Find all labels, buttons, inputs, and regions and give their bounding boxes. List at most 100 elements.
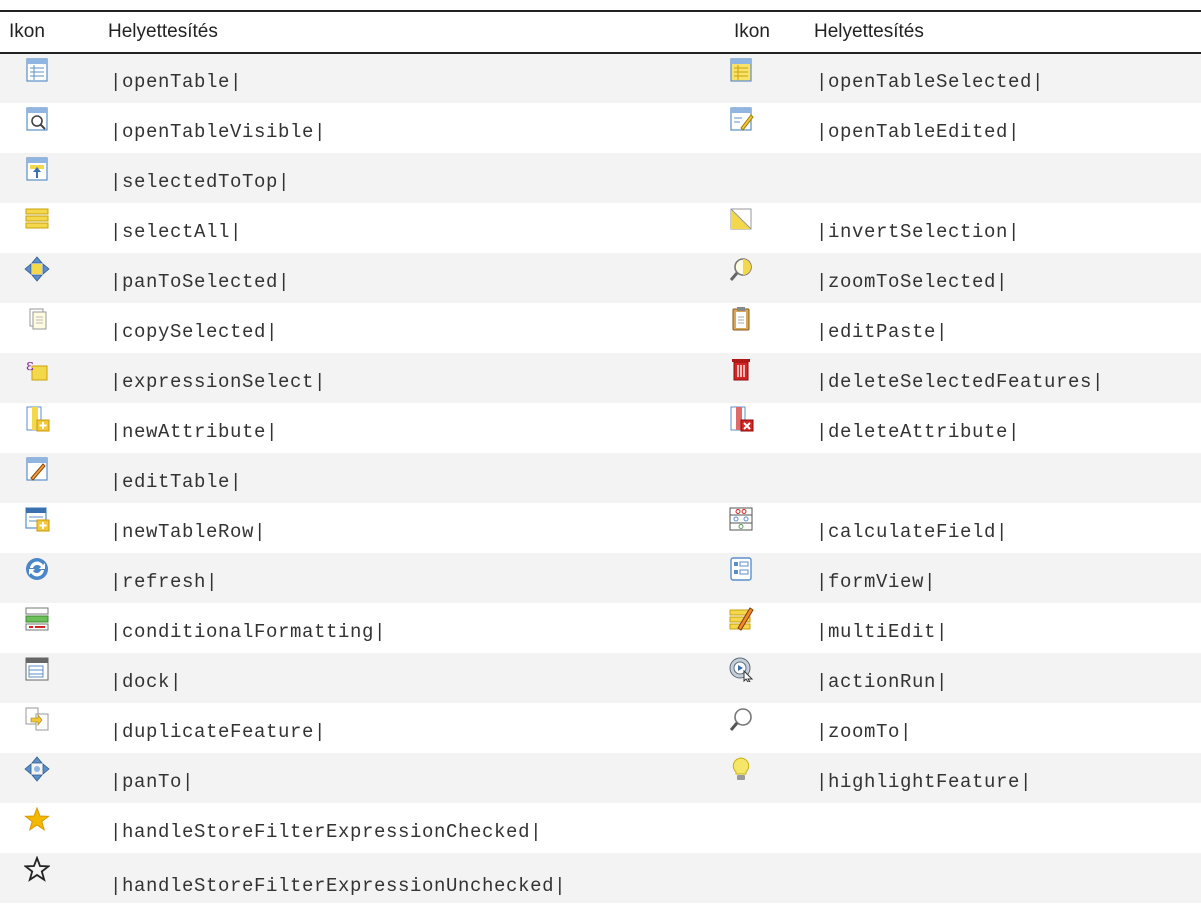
table-row: |handleStoreFilterExpressionChecked| [0, 803, 1201, 853]
empty-cell [806, 153, 1201, 203]
icon-cell [0, 553, 100, 603]
substitution-code: |invertSelection| [816, 221, 1021, 243]
header-substitution-col: Helyettesítés [108, 21, 218, 42]
icon-cell [708, 553, 806, 603]
substitution-code: |handleStoreFilterExpressionChecked| [110, 821, 543, 843]
substitution-code: |calculateField| [816, 521, 1009, 543]
icon-cell [0, 503, 100, 553]
conditional-formatting-icon [24, 606, 50, 632]
header-substitution-col-2: Helyettesítés [814, 21, 924, 42]
substitution-code: |expressionSelect| [110, 371, 327, 393]
table-row: |newAttribute| |deleteAttribute| [0, 403, 1201, 453]
substitution-code: |highlightFeature| [816, 771, 1033, 793]
star-outline-icon [24, 856, 50, 882]
table-row: ε |expressionSelect| |deleteSelectedFeatur… [0, 353, 1201, 403]
substitution-code: |conditionalFormatting| [110, 621, 387, 643]
substitution-code: |copySelected| [110, 321, 279, 343]
delete-attribute-icon [728, 406, 754, 432]
substitution-code: |zoomTo| [816, 721, 913, 743]
table-row: |editTable| [0, 453, 1201, 503]
icon-cell [0, 53, 100, 103]
empty-cell [708, 853, 806, 903]
icon-cell [0, 303, 100, 353]
table-row: |openTableVisible| |openTableEdited| [0, 103, 1201, 153]
icon-cell [708, 253, 806, 303]
icon-cell [708, 403, 806, 453]
substitution-code: |panTo| [110, 771, 195, 793]
icon-cell [0, 103, 100, 153]
delete-selected-features-icon [728, 356, 754, 382]
zoom-to-selected-icon [728, 256, 754, 282]
substitution-code: |editPaste| [816, 321, 949, 343]
substitution-code: |selectedToTop| [110, 171, 291, 193]
substitution-code: |openTableVisible| [110, 121, 327, 143]
calculate-field-icon [728, 506, 754, 532]
table-row: |panTo| |highlightFeature| [0, 753, 1201, 803]
duplicate-feature-icon [24, 706, 50, 732]
icon-cell [708, 653, 806, 703]
select-all-icon [24, 206, 50, 232]
substitution-code: |formView| [816, 571, 937, 593]
open-table-selected-icon [728, 57, 754, 83]
icon-substitution-table: Ikon Helyettesítés Ikon Helyettesítés |o… [0, 10, 1201, 903]
table-row: |conditionalFormatting| |multiEdit| [0, 603, 1201, 653]
table-header-row: Ikon Helyettesítés Ikon Helyettesítés [0, 11, 1201, 53]
header-icon-col: Ikon [9, 21, 45, 42]
table-row: |refresh| |formView| [0, 553, 1201, 603]
invert-selection-icon [728, 206, 754, 232]
icon-cell [0, 803, 100, 853]
refresh-icon [24, 556, 50, 582]
open-table-edited-icon [728, 106, 754, 132]
table-row: |copySelected| |editPaste| [0, 303, 1201, 353]
open-table-icon [24, 57, 50, 83]
multi-edit-icon [728, 606, 754, 632]
selected-to-top-icon [24, 156, 50, 182]
substitution-code: |openTableSelected| [816, 71, 1045, 93]
icon-cell [708, 353, 806, 403]
icon-cell [0, 853, 100, 903]
icon-cell [0, 203, 100, 253]
icon-cell: ε [0, 353, 100, 403]
table-row: |handleStoreFilterExpressionUnchecked| [0, 853, 1201, 903]
pan-to-icon [24, 756, 50, 782]
table-row: |dock| |actionRun| [0, 653, 1201, 703]
table-row: |selectAll| |invertSelection| [0, 203, 1201, 253]
action-run-icon [728, 656, 754, 682]
table-row: |newTableRow| |calculateField| [0, 503, 1201, 553]
substitution-code: |newAttribute| [110, 421, 279, 443]
empty-cell [806, 803, 1201, 853]
icon-cell [708, 303, 806, 353]
star-filled-icon [24, 806, 50, 832]
icon-cell [708, 703, 806, 753]
substitution-code: |deleteSelectedFeatures| [816, 371, 1105, 393]
highlight-feature-icon [728, 756, 754, 782]
icon-cell [0, 653, 100, 703]
substitution-code: |dock| [110, 671, 183, 693]
table-row: |panToSelected| |zoomToSelected| [0, 253, 1201, 303]
icon-cell [0, 253, 100, 303]
empty-cell [708, 803, 806, 853]
icon-cell [0, 603, 100, 653]
substitution-code: |selectAll| [110, 221, 243, 243]
substitution-code: |refresh| [110, 571, 219, 593]
empty-cell [708, 153, 806, 203]
icon-cell [0, 153, 100, 203]
svg-text:ε: ε [26, 356, 34, 374]
icon-cell [708, 503, 806, 553]
table-row: |selectedToTop| [0, 153, 1201, 203]
substitution-code: |handleStoreFilterExpressionUnchecked| [110, 875, 567, 897]
edit-paste-icon [728, 306, 754, 332]
table-row: |openTable| |openTableSelected| [0, 53, 1201, 103]
empty-cell [806, 853, 1201, 903]
table-row: |duplicateFeature| |zoomTo| [0, 703, 1201, 753]
substitution-code: |openTable| [110, 71, 243, 93]
edit-table-icon [24, 456, 50, 482]
zoom-to-icon [728, 706, 754, 732]
icon-cell [0, 453, 100, 503]
icon-cell [0, 703, 100, 753]
icon-cell [708, 753, 806, 803]
substitution-code: |editTable| [110, 471, 243, 493]
substitution-code: |actionRun| [816, 671, 949, 693]
new-table-row-icon [24, 506, 50, 532]
substitution-code: |openTableEdited| [816, 121, 1021, 143]
